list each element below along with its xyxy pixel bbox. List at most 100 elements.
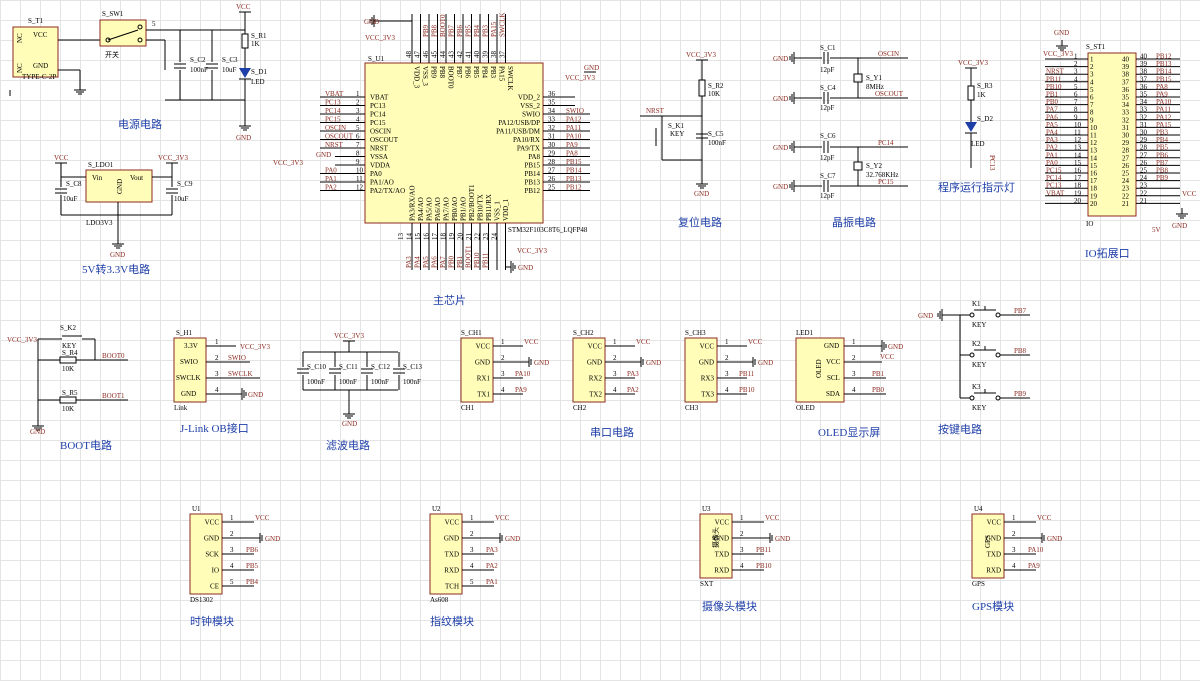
module-pin-1: VCC <box>715 519 730 527</box>
uart-circuit: 串口电路 S_CH1 CH1 VCC 1 VCC GND 2 GND RX1 3 PA10 TX1 4 P… <box>460 329 773 439</box>
section-title-crystal: 晶振电路 <box>832 215 876 229</box>
mcu-pin-num-2: 2 <box>356 99 360 107</box>
svg-text:VCC_3V3: VCC_3V3 <box>158 154 188 162</box>
mcu-pin-num-37: 37 <box>499 51 507 59</box>
mcu-net-39: PB3 <box>482 24 490 37</box>
mcu-net-44: BOOT0 <box>439 14 447 37</box>
svg-text:3: 3 <box>215 370 219 378</box>
module-pinnum-1: 1 <box>1012 514 1016 522</box>
svg-text:S_C5: S_C5 <box>708 130 724 138</box>
svg-text:GND: GND <box>694 190 709 198</box>
mcu-pin-num-33: 33 <box>548 116 556 124</box>
mcu-pin-num-44: 44 <box>439 51 447 59</box>
module-net-3: PA3 <box>486 546 498 554</box>
module-pin-1: VCC <box>205 519 220 527</box>
uart-pin-1: GND <box>475 359 490 367</box>
io-pin-21: 21 <box>1122 200 1130 208</box>
svg-text:S_D2: S_D2 <box>977 115 993 123</box>
mcu-pin-num-10: 10 <box>356 167 364 175</box>
module-pinnum-3: 3 <box>470 546 474 554</box>
uart-header-3: S_CH3 CH3 VCC 1 VCC GND 2 GND RX3 3 PB11 TX3 4 PB10 <box>684 329 773 412</box>
uart-pinnum-0: 1 <box>501 338 505 346</box>
svg-text:GND: GND <box>1054 29 1069 37</box>
svg-text:GND: GND <box>1172 222 1187 230</box>
uart-net-2: PA3 <box>627 370 639 378</box>
reset-circuit: VCC_3V3 S_R2 10K NRST S_K1 KEY S_C5 100n… <box>640 51 726 229</box>
module-net-4: PB10 <box>756 562 772 570</box>
mcu-pin-num-48: 48 <box>405 51 413 59</box>
svg-text:SDA: SDA <box>826 390 840 398</box>
key-val: KEY <box>972 404 986 412</box>
module-net-3: PB11 <box>756 546 772 554</box>
svg-text:BOOT0: BOOT0 <box>102 352 125 360</box>
mcu-net-14: PA4 <box>414 256 422 268</box>
module-pinnum-2: 2 <box>230 530 234 538</box>
svg-text:12pF: 12pF <box>820 66 835 74</box>
module-pinnum-1: 1 <box>230 514 234 522</box>
section-title-filter: 滤波电路 <box>326 439 370 452</box>
svg-text:10K: 10K <box>62 365 74 373</box>
module-ref: U3 <box>702 505 711 513</box>
svg-text:VCC_3V3: VCC_3V3 <box>273 159 303 167</box>
module-net-5: PB4 <box>246 578 259 586</box>
svg-text:VCC: VCC <box>826 358 841 366</box>
svg-text:GND: GND <box>116 179 124 194</box>
mcu-net-45: PB8 <box>431 24 439 37</box>
mcu-pin-6: OSCOUT <box>370 136 399 144</box>
svg-text:BOOT1: BOOT1 <box>102 392 125 400</box>
mcu-pin-num-9: 9 <box>356 158 360 166</box>
mcu-net-17: PA7 <box>439 256 447 268</box>
uart-net-1: GND <box>646 359 661 367</box>
filter-cap-val-3: 100nF <box>403 378 421 386</box>
uart-pin-2: RX3 <box>701 375 715 383</box>
svg-text:S_R5: S_R5 <box>62 389 78 397</box>
svg-text:SCL: SCL <box>827 374 840 382</box>
mcu-pin-num-31: 31 <box>548 133 556 141</box>
mcu-pin-num-41: 41 <box>465 51 473 59</box>
svg-text:GND: GND <box>888 343 903 351</box>
mcu-pin-num-30: 30 <box>548 141 556 149</box>
mcu-pin-7: NRST <box>370 145 389 153</box>
mcu-net-16: PA6 <box>431 256 439 268</box>
mcu-pin-33: PA12/USB/DP <box>498 119 540 127</box>
mcu-pin-2: PC13 <box>370 102 386 110</box>
mcu-net-40: PB4 <box>473 24 481 37</box>
module-pin-4: RXD <box>444 567 459 575</box>
module-pin-4: IO <box>212 567 219 575</box>
uart-pinnum-0: 1 <box>725 338 729 346</box>
svg-text:GND: GND <box>316 151 331 159</box>
svg-text:S_Y2: S_Y2 <box>866 162 882 170</box>
filter-cap-val-2: 100nF <box>371 378 389 386</box>
module-net-2: GND <box>1047 535 1062 543</box>
mcu-pin-num-5: 5 <box>356 124 360 132</box>
svg-text:VCC_3V3: VCC_3V3 <box>686 51 716 59</box>
mcu-net-15: PA5 <box>422 256 430 268</box>
mcu-pin-num-47: 47 <box>414 51 422 59</box>
module-net-1: VCC <box>765 514 780 522</box>
filter-caps: S_C10 100nF S_C11 100nF S_C12 100nF S_C13 100nF <box>297 352 423 390</box>
uart-net-0: VCC <box>524 338 539 346</box>
svg-text:OSCIN: OSCIN <box>878 50 899 58</box>
module-net-3: PA10 <box>1028 546 1044 554</box>
mcu-net-38: PA15 <box>490 21 498 37</box>
mcu-pin-num-35: 35 <box>548 99 556 107</box>
filter-circuit: VCC_3V3 GND S_C10 100nF S_C11 100nF S_C12 100… <box>297 332 423 452</box>
module-name: SXT <box>700 580 714 588</box>
mcu-pin-25: PB12 <box>524 187 540 195</box>
module-pinnum-5: 5 <box>230 578 234 586</box>
uart-net-3: PA2 <box>627 386 639 394</box>
svg-text:Vin: Vin <box>92 174 103 182</box>
module-pin-2: GND <box>444 535 459 543</box>
module-net-2: GND <box>505 535 520 543</box>
module-pinnum-4: 4 <box>470 562 474 570</box>
mcu-pin-num-18: 18 <box>440 233 448 241</box>
gps-module: GPS模块 U4GPSGPSVCC1 VCCGND2GNDTXD3 PA10RXD4… <box>971 505 1062 613</box>
filter-cap-ref-0: S_C10 <box>307 363 327 371</box>
mcu-pin-num-23: 23 <box>482 233 490 241</box>
mcu-pin-num-11: 11 <box>356 175 363 183</box>
svg-text:VCC_3V3: VCC_3V3 <box>7 336 37 344</box>
mcu-pin-num-21: 21 <box>465 233 473 241</box>
mcu-pin-num-40: 40 <box>473 51 481 59</box>
clock-module: 时钟模块 U1 DS1302 VCC 1 VCC GND 2 GND SCK 3 PB6 IO 4 PB5… <box>189 505 280 628</box>
svg-text:S_C3: S_C3 <box>222 56 238 64</box>
